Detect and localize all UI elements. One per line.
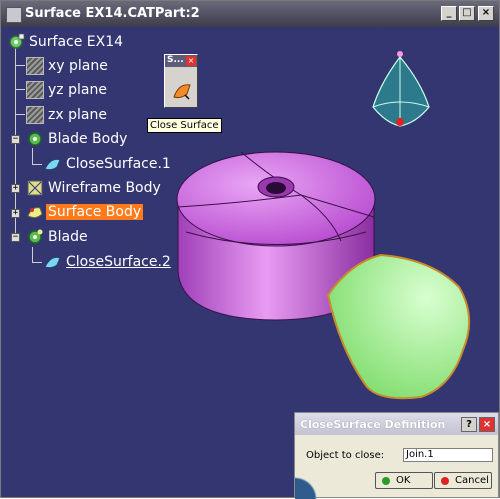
object-to-close-label: Object to close: xyxy=(306,450,385,461)
dialog-title-bar[interactable]: CloseSurface Definition ? × xyxy=(295,413,498,435)
tooltip: Close Surface xyxy=(147,118,222,133)
closesurface-dialog: CloseSurface Definition ? × Object to cl… xyxy=(294,412,499,499)
dialog-close-button[interactable]: × xyxy=(479,417,495,432)
close-button[interactable]: × xyxy=(478,6,494,21)
title-bar: Surface EX14.CATPart:2 _ □ × xyxy=(1,1,499,27)
object-to-close-field[interactable]: Join.1 xyxy=(403,448,493,462)
mini-toolbar-close-button[interactable]: × xyxy=(186,56,196,66)
dialog-title: CloseSurface Definition xyxy=(300,418,446,431)
catia-window: Surface EX14.CATPart:2 _ □ × Surface EX1… xyxy=(0,0,500,499)
dialog-decoration xyxy=(295,471,327,499)
mini-toolbar: S... × xyxy=(164,54,198,108)
close-surface-tool-icon[interactable] xyxy=(171,79,193,101)
cancel-icon xyxy=(441,477,449,485)
minimize-button[interactable]: _ xyxy=(441,6,457,21)
compass-widget xyxy=(372,51,430,127)
maximize-button[interactable]: □ xyxy=(459,6,475,21)
help-button[interactable]: ? xyxy=(461,417,477,432)
ok-icon xyxy=(382,477,390,485)
window-title: Surface EX14.CATPart:2 xyxy=(25,6,200,21)
cancel-button[interactable]: Cancel xyxy=(434,472,492,489)
app-icon xyxy=(6,7,22,23)
ok-button[interactable]: OK xyxy=(375,472,433,489)
